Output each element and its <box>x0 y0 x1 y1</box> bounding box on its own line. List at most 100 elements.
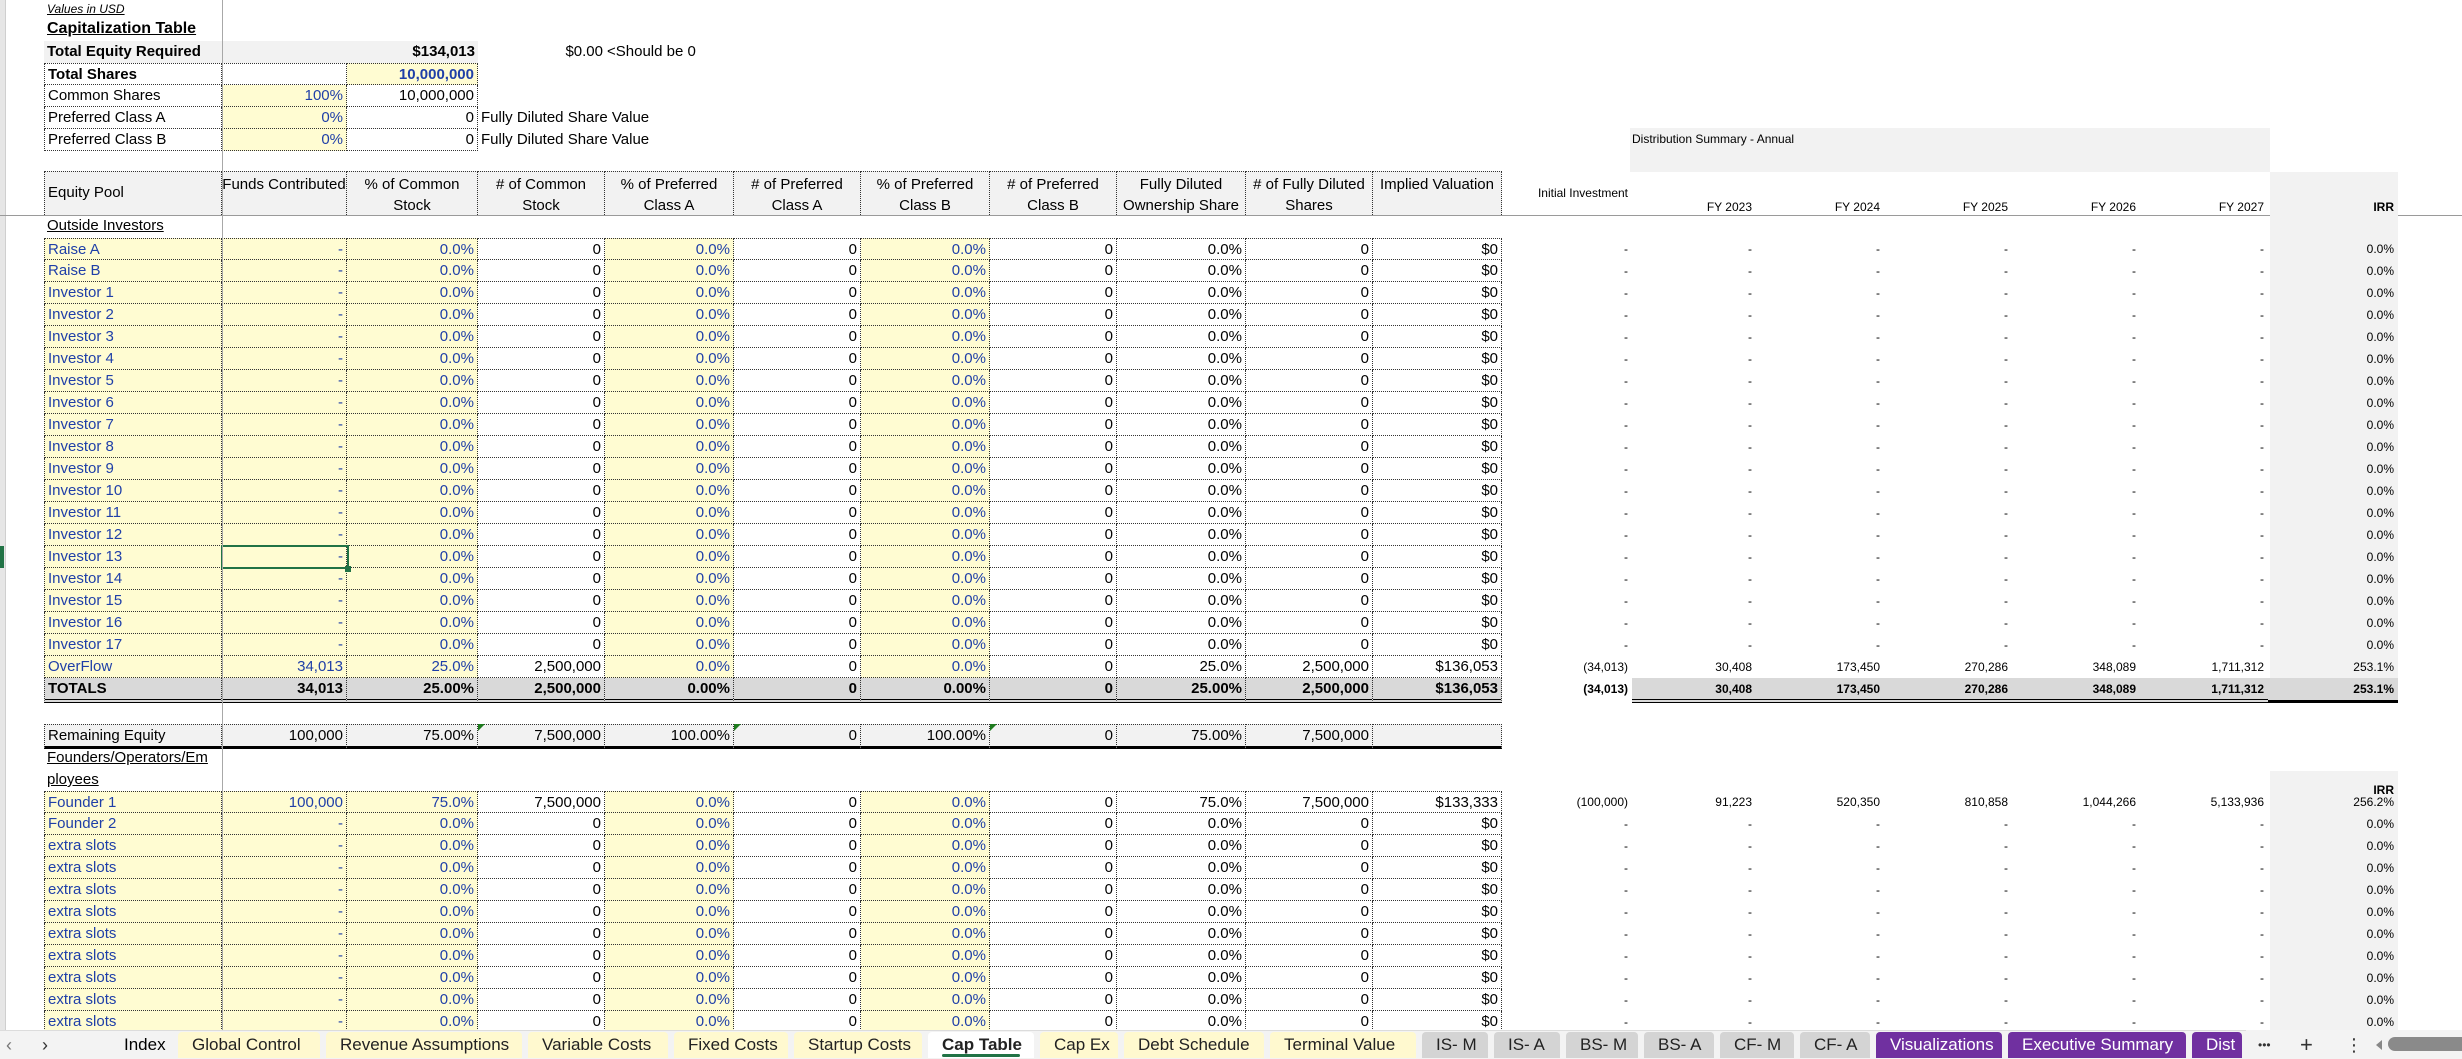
extra-slot-row-cell[interactable]: 0 <box>1246 879 1373 901</box>
investor-row-cell[interactable]: - <box>222 260 347 282</box>
remaining-equity-row-cell[interactable]: 7,500,000 <box>478 724 605 749</box>
founder-row-cell[interactable]: 75.0% <box>347 791 478 813</box>
horizontal-scrollbar-thumb[interactable] <box>2388 1037 2462 1051</box>
investor-row-cell[interactable]: 0.0% <box>1117 568 1246 590</box>
investor-row-cell[interactable]: 0 <box>990 546 1117 568</box>
investor-row-cell[interactable]: 0 <box>478 502 605 524</box>
total-equity-value[interactable]: $134,013 <box>347 41 478 63</box>
investor-row-cell[interactable]: 0 <box>734 414 861 436</box>
extra-slot-row-cell[interactable]: 0.0% <box>605 989 734 1011</box>
extra-slot-row-cell[interactable]: 0.0% <box>861 989 990 1011</box>
investor-row-cell[interactable]: 0.0% <box>861 348 990 370</box>
investor-row-cell[interactable]: 0 <box>1246 612 1373 634</box>
investor-row-cell[interactable]: 0.0% <box>861 392 990 414</box>
investor-row-cell[interactable]: 0.0% <box>347 238 478 260</box>
extra-slot-row-cell[interactable]: 0 <box>734 945 861 967</box>
investor-row-cell[interactable]: 0 <box>1246 238 1373 260</box>
investor-row-cell[interactable]: $0 <box>1373 458 1502 480</box>
tab-scroll-next-icon[interactable]: › <box>42 1032 48 1058</box>
investor-row-cell[interactable]: 0.0% <box>605 414 734 436</box>
remaining-equity-row-cell[interactable]: 75.00% <box>1117 724 1246 749</box>
investor-row-cell[interactable]: 0.0% <box>1117 546 1246 568</box>
sheet-tab[interactable]: Fixed Costs <box>674 1032 788 1058</box>
founder-row-cell[interactable]: - <box>222 813 347 835</box>
investor-row-cell[interactable]: 0 <box>478 414 605 436</box>
investor-row-cell[interactable]: 0 <box>1246 348 1373 370</box>
investor-row-cell[interactable]: 0 <box>734 238 861 260</box>
totals-row-cell[interactable]: 34,013 <box>222 678 347 703</box>
investor-row-cell[interactable]: 0.0% <box>605 546 734 568</box>
investor-row-cell[interactable]: 0 <box>1246 634 1373 656</box>
extra-slot-row-cell[interactable]: 0.0% <box>347 945 478 967</box>
investor-row-cell[interactable]: - <box>222 370 347 392</box>
investor-row-cell[interactable]: 0.0% <box>861 524 990 546</box>
investor-row-cell[interactable]: 0.0% <box>347 458 478 480</box>
extra-slot-row-cell[interactable]: 0.0% <box>1117 945 1246 967</box>
investor-row-cell[interactable]: - <box>222 524 347 546</box>
investor-row-cell[interactable]: $0 <box>1373 326 1502 348</box>
extra-slot-row-cell[interactable]: 0.0% <box>347 923 478 945</box>
extra-slot-row-cell[interactable]: 0.0% <box>605 945 734 967</box>
investor-row-cell[interactable]: $0 <box>1373 436 1502 458</box>
founder-row-cell[interactable]: 0 <box>478 813 605 835</box>
founder-row-cell[interactable]: $133,333 <box>1373 791 1502 813</box>
totals-row-cell[interactable]: 2,500,000 <box>478 678 605 703</box>
investor-row-cell[interactable]: 0 <box>478 326 605 348</box>
investor-row-cell[interactable]: 0.0% <box>347 634 478 656</box>
investor-row-cell[interactable]: 0 <box>990 524 1117 546</box>
investor-row-cell[interactable]: $0 <box>1373 348 1502 370</box>
investor-row-cell[interactable]: 0 <box>734 524 861 546</box>
extra-slot-row-cell[interactable]: - <box>222 857 347 879</box>
investor-row-cell[interactable]: 0 <box>478 304 605 326</box>
founder-row-cell[interactable]: 0 <box>990 813 1117 835</box>
investor-row-cell[interactable]: $0 <box>1373 568 1502 590</box>
extra-slot-row-cell[interactable]: 0 <box>990 923 1117 945</box>
extra-slot-row-cell[interactable]: - <box>222 967 347 989</box>
investor-row-cell[interactable]: 0.0% <box>861 480 990 502</box>
investor-row-cell[interactable]: - <box>222 634 347 656</box>
extra-slot-row-cell[interactable]: 0.0% <box>347 989 478 1011</box>
investor-row-cell[interactable]: 0.0% <box>861 590 990 612</box>
extra-slot-row-cell[interactable]: 0.0% <box>605 923 734 945</box>
founder-row-cell[interactable]: $0 <box>1373 813 1502 835</box>
investor-row-cell[interactable]: 0 <box>1246 524 1373 546</box>
extra-slot-row-cell[interactable]: 0.0% <box>605 835 734 857</box>
investor-row-cell[interactable]: 0.0% <box>347 282 478 304</box>
extra-slot-row-cell[interactable]: 0.0% <box>347 901 478 923</box>
common-shares-pct-input[interactable]: 100% <box>222 85 347 107</box>
check-value[interactable]: $0.00 <box>478 41 606 63</box>
investor-row-cell[interactable]: 0 <box>1246 326 1373 348</box>
investor-row-cell[interactable]: 0.0% <box>1117 634 1246 656</box>
investor-row-cell[interactable]: 0 <box>990 414 1117 436</box>
investor-row-cell[interactable]: $136,053 <box>1373 656 1502 678</box>
extra-slot-row-cell[interactable]: 0.0% <box>347 835 478 857</box>
investor-row-cell[interactable]: 0.0% <box>861 326 990 348</box>
investor-row-cell[interactable]: 0.0% <box>1117 238 1246 260</box>
extra-slot-row-cell[interactable]: - <box>222 879 347 901</box>
investor-row-cell[interactable]: 0.0% <box>605 392 734 414</box>
investor-row-cell[interactable]: 0.0% <box>347 546 478 568</box>
investor-row-cell[interactable]: 0 <box>1246 568 1373 590</box>
remaining-equity-row-cell[interactable]: 75.00% <box>347 724 478 749</box>
founder-row-cell[interactable]: 0 <box>734 813 861 835</box>
investor-row-cell[interactable]: 2,500,000 <box>1246 656 1373 678</box>
remaining-equity-row-cell[interactable]: 100.00% <box>861 724 990 749</box>
investor-row-cell[interactable]: 0 <box>478 590 605 612</box>
investor-row-cell[interactable]: 0.0% <box>605 568 734 590</box>
investor-row-cell[interactable]: $0 <box>1373 370 1502 392</box>
investor-row-cell[interactable]: $0 <box>1373 304 1502 326</box>
extra-slot-row-cell[interactable]: 0 <box>1246 945 1373 967</box>
totals-row-cell[interactable]: 0 <box>734 678 861 703</box>
investor-row-cell[interactable]: 0 <box>478 568 605 590</box>
investor-row-cell[interactable]: 0.0% <box>605 502 734 524</box>
investor-row-cell[interactable]: 0.0% <box>861 282 990 304</box>
totals-row-cell[interactable]: 25.00% <box>1117 678 1246 703</box>
investor-row-cell[interactable]: $0 <box>1373 480 1502 502</box>
investor-row-cell[interactable]: 0 <box>734 590 861 612</box>
pref-b-pct-input[interactable]: 0% <box>222 129 347 151</box>
sheet-tab[interactable]: IS- A <box>1494 1032 1560 1058</box>
sheet-tab[interactable]: CF- A <box>1800 1032 1870 1058</box>
extra-slot-row-cell[interactable]: - <box>222 835 347 857</box>
investor-row-cell[interactable]: 0 <box>990 326 1117 348</box>
extra-slot-row-cell[interactable]: 0.0% <box>347 857 478 879</box>
